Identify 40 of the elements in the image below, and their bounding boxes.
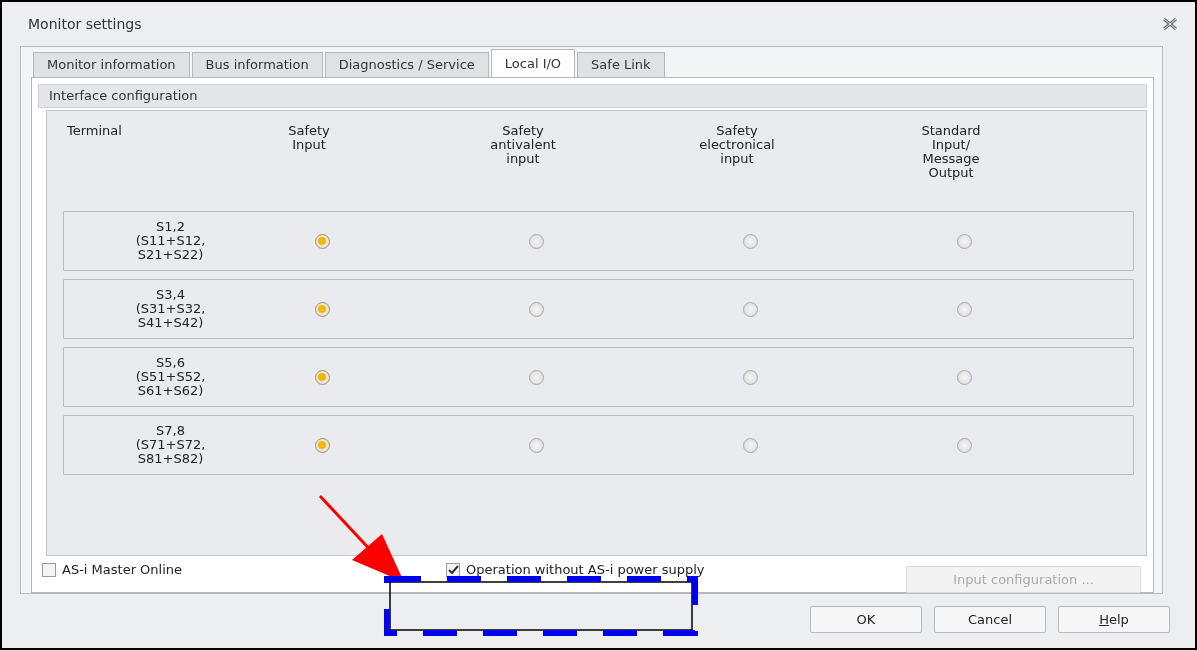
terminal-label: S7,8 (S71+S72, S81+S82) bbox=[134, 424, 207, 466]
radio-button[interactable] bbox=[956, 437, 972, 453]
dialog-button[interactable]: Cancel bbox=[934, 606, 1046, 633]
checkbox[interactable] bbox=[446, 562, 460, 577]
radio-button[interactable] bbox=[956, 369, 972, 385]
terminal-label: S5,6 (S51+S52, S61+S62) bbox=[134, 356, 207, 398]
column-header: Safety Input bbox=[287, 124, 331, 154]
radio-button[interactable] bbox=[528, 301, 544, 317]
dialog-button[interactable]: OK bbox=[810, 606, 922, 633]
radio-button[interactable] bbox=[742, 233, 758, 249]
checkbox[interactable] bbox=[42, 562, 56, 577]
dialog-button[interactable]: Help bbox=[1058, 606, 1170, 633]
radio-button[interactable] bbox=[742, 301, 758, 317]
radio-button[interactable] bbox=[528, 233, 544, 249]
radio-button[interactable] bbox=[528, 369, 544, 385]
column-header: Safety antivalent input bbox=[489, 124, 557, 168]
radio-button[interactable] bbox=[314, 233, 330, 249]
column-header: Terminal bbox=[66, 124, 123, 140]
tab[interactable]: Bus information bbox=[191, 52, 323, 77]
radio-button[interactable] bbox=[314, 437, 330, 453]
radio-button[interactable] bbox=[742, 369, 758, 385]
radio-button[interactable] bbox=[314, 369, 330, 385]
checkbox-label: Operation without AS-i power supply bbox=[466, 562, 705, 577]
radio-button[interactable] bbox=[528, 437, 544, 453]
terminal-label: S1,2 (S11+S12, S21+S22) bbox=[134, 220, 207, 262]
column-header: Safety electronical input bbox=[698, 124, 776, 168]
radio-button[interactable] bbox=[956, 233, 972, 249]
tab[interactable]: Local I/O bbox=[490, 49, 576, 77]
radio-button[interactable] bbox=[956, 301, 972, 317]
window-title: Monitor settings bbox=[28, 16, 142, 32]
column-header: Standard Input/ Message Output bbox=[920, 124, 982, 182]
close-icon[interactable] bbox=[1163, 18, 1177, 30]
tab[interactable]: Monitor information bbox=[33, 52, 190, 77]
terminal-label: S3,4 (S31+S32, S41+S42) bbox=[134, 288, 207, 330]
group-header: Interface configuration bbox=[38, 84, 1147, 108]
radio-button[interactable] bbox=[742, 437, 758, 453]
tab[interactable]: Safe Link bbox=[577, 52, 665, 77]
tab[interactable]: Diagnostics / Service bbox=[324, 52, 489, 77]
checkbox-label: AS-i Master Online bbox=[62, 562, 183, 577]
radio-button[interactable] bbox=[314, 301, 330, 317]
